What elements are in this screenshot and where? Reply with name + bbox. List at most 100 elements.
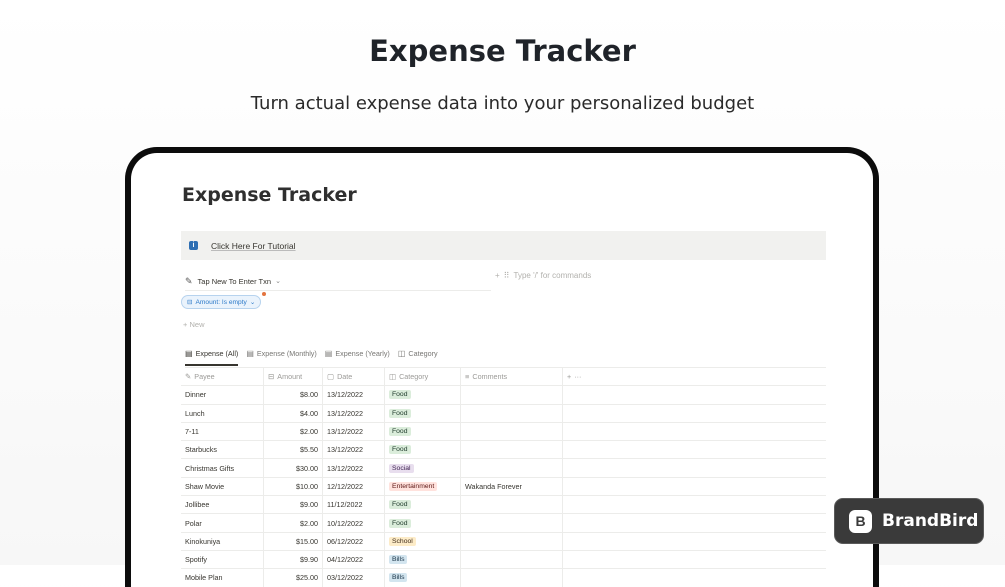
payee-cell[interactable]: Lunch [181,404,264,422]
tab-expense-monthly[interactable]: ▤ Expense (Monthly) [246,349,316,366]
header-label: Comments [472,372,508,382]
amount-cell[interactable]: $9.00 [264,496,323,514]
column-header-comments[interactable]: ≡ Comments [461,368,563,386]
date-cell[interactable]: 13/12/2022 [323,422,385,441]
date-cell[interactable]: 13/12/2022 [323,386,385,404]
database-view-tabs: ▤ Expense (All) ▤ Expense (Monthly) ▤ Expen… [185,349,826,368]
amount-cell[interactable]: $15.00 [264,532,323,550]
comments-cell[interactable] [461,441,563,459]
category-cell[interactable]: Social [385,459,461,477]
drag-handle-icon[interactable]: ⠿ [504,271,510,280]
category-cell[interactable]: Bills [385,569,461,587]
payee-cell[interactable]: Jollibee [181,496,264,514]
payee-cell[interactable]: Dinner [181,386,264,404]
category-cell[interactable]: Bills [385,550,461,569]
empty-cell [563,459,826,476]
amount-cell[interactable]: $4.00 [264,404,323,422]
table-row[interactable]: Dinner $8.00 13/12/2022 Food [181,386,826,405]
category-cell[interactable]: Food [385,422,461,441]
table-row[interactable]: Spotify $9.90 04/12/2022 Bills [181,550,826,570]
date-cell[interactable]: 04/12/2022 [323,550,385,569]
tab-expense-yearly[interactable]: ▤ Expense (Yearly) [325,349,390,366]
tab-category[interactable]: ◫ Category [398,349,438,366]
payee-cell[interactable]: Kinokuniya [181,532,264,550]
brandbird-badge[interactable]: B BrandBird [834,498,984,544]
edit-icon: ✎ [185,275,193,286]
date-cell[interactable]: 11/12/2022 [323,496,385,514]
column-header-category[interactable]: ◫ Category [385,368,461,386]
date-cell[interactable]: 13/12/2022 [323,459,385,477]
table-row[interactable]: Kinokuniya $15.00 06/12/2022 School [181,532,826,551]
amount-cell[interactable]: $9.90 [264,550,323,569]
comments-cell[interactable] [461,550,563,569]
add-column-icon[interactable]: + [567,372,571,381]
filter-indicator-dot [262,292,266,296]
date-cell[interactable]: 06/12/2022 [323,532,385,550]
tab-expense-all[interactable]: ▤ Expense (All) [185,349,239,366]
empty-cell [563,441,826,458]
table-row[interactable]: Christmas Gifts $30.00 13/12/2022 Social [181,459,826,478]
column-header-payee[interactable]: ✎ Payee [181,368,264,386]
new-entry-button[interactable]: + New [183,320,205,329]
comments-cell[interactable] [461,532,563,550]
table-row[interactable]: Mobile Plan $25.00 03/12/2022 Bills [181,569,826,587]
category-cell[interactable]: Food [385,404,461,422]
tutorial-callout[interactable]: i Click Here For Tutorial [181,231,826,260]
table-row[interactable]: Jollibee $9.00 11/12/2022 Food [181,496,826,515]
empty-cell [563,386,826,403]
amount-cell[interactable]: $25.00 [264,569,323,587]
date-cell[interactable]: 13/12/2022 [323,404,385,422]
date-cell[interactable]: 03/12/2022 [323,569,385,587]
amount-cell[interactable]: $8.00 [264,386,323,404]
amount-cell[interactable]: $30.00 [264,459,323,477]
amount-filter-chip[interactable]: ⊟ Amount: Is empty ⌄ [181,295,262,309]
category-cell[interactable]: Food [385,496,461,514]
table-row[interactable]: Shaw Movie $10.00 12/12/2022 Entertainment W… [181,477,826,497]
date-cell[interactable]: 12/12/2022 [323,477,385,496]
comments-cell[interactable] [461,422,563,441]
comments-cell[interactable] [461,569,563,587]
more-icon[interactable]: ··· [574,372,581,381]
text-icon: ≡ [465,372,470,382]
category-cell[interactable]: Food [385,441,461,459]
table-icon: ▤ [185,349,193,358]
column-header-amount[interactable]: ⊟ Amount [264,368,323,386]
payee-cell[interactable]: Shaw Movie [181,477,264,496]
tutorial-link[interactable]: Click Here For Tutorial [211,241,296,251]
new-txn-button[interactable]: ✎ Tap New To Enter Txn ⌄ [185,272,491,291]
comments-cell[interactable] [461,386,563,404]
date-cell[interactable]: 13/12/2022 [323,441,385,459]
amount-cell[interactable]: $2.00 [264,422,323,441]
table-row[interactable]: 7-11 $2.00 13/12/2022 Food [181,422,826,442]
hero-subtitle: Turn actual expense data into your perso… [250,93,755,114]
table-row[interactable]: Polar $2.00 10/12/2022 Food [181,514,826,533]
column-header-date[interactable]: ▢ Date [323,368,385,386]
payee-cell[interactable]: Christmas Gifts [181,459,264,477]
command-placeholder-block[interactable]: + ⠿ Type '/' for commands [495,271,591,280]
comments-cell[interactable] [461,404,563,422]
date-cell[interactable]: 10/12/2022 [323,514,385,532]
add-block-icon[interactable]: + [495,271,500,280]
payee-cell[interactable]: Starbucks [181,441,264,459]
payee-cell[interactable]: Polar [181,514,264,532]
amount-cell[interactable]: $10.00 [264,477,323,496]
amount-cell[interactable]: $2.00 [264,514,323,532]
category-cell[interactable]: Entertainment [385,477,461,496]
comments-cell[interactable] [461,496,563,514]
comments-cell[interactable] [461,459,563,477]
category-cell[interactable]: Food [385,514,461,532]
new-label: New [189,320,205,329]
comments-cell[interactable] [461,514,563,532]
payee-cell[interactable]: 7-11 [181,422,264,441]
amount-cell[interactable]: $5.50 [264,441,323,459]
table-row[interactable]: Starbucks $5.50 13/12/2022 Food [181,441,826,460]
comments-cell[interactable]: Wakanda Forever [461,477,563,496]
payee-cell[interactable]: Spotify [181,550,264,569]
column-actions: + ··· [563,368,826,385]
notion-page: Expense Tracker i Click Here For Tutoria… [131,153,873,587]
category-cell[interactable]: School [385,532,461,550]
payee-cell[interactable]: Mobile Plan [181,569,264,587]
category-cell[interactable]: Food [385,386,461,404]
table-row[interactable]: Lunch $4.00 13/12/2022 Food [181,404,826,423]
table-icon: ▤ [246,349,254,358]
